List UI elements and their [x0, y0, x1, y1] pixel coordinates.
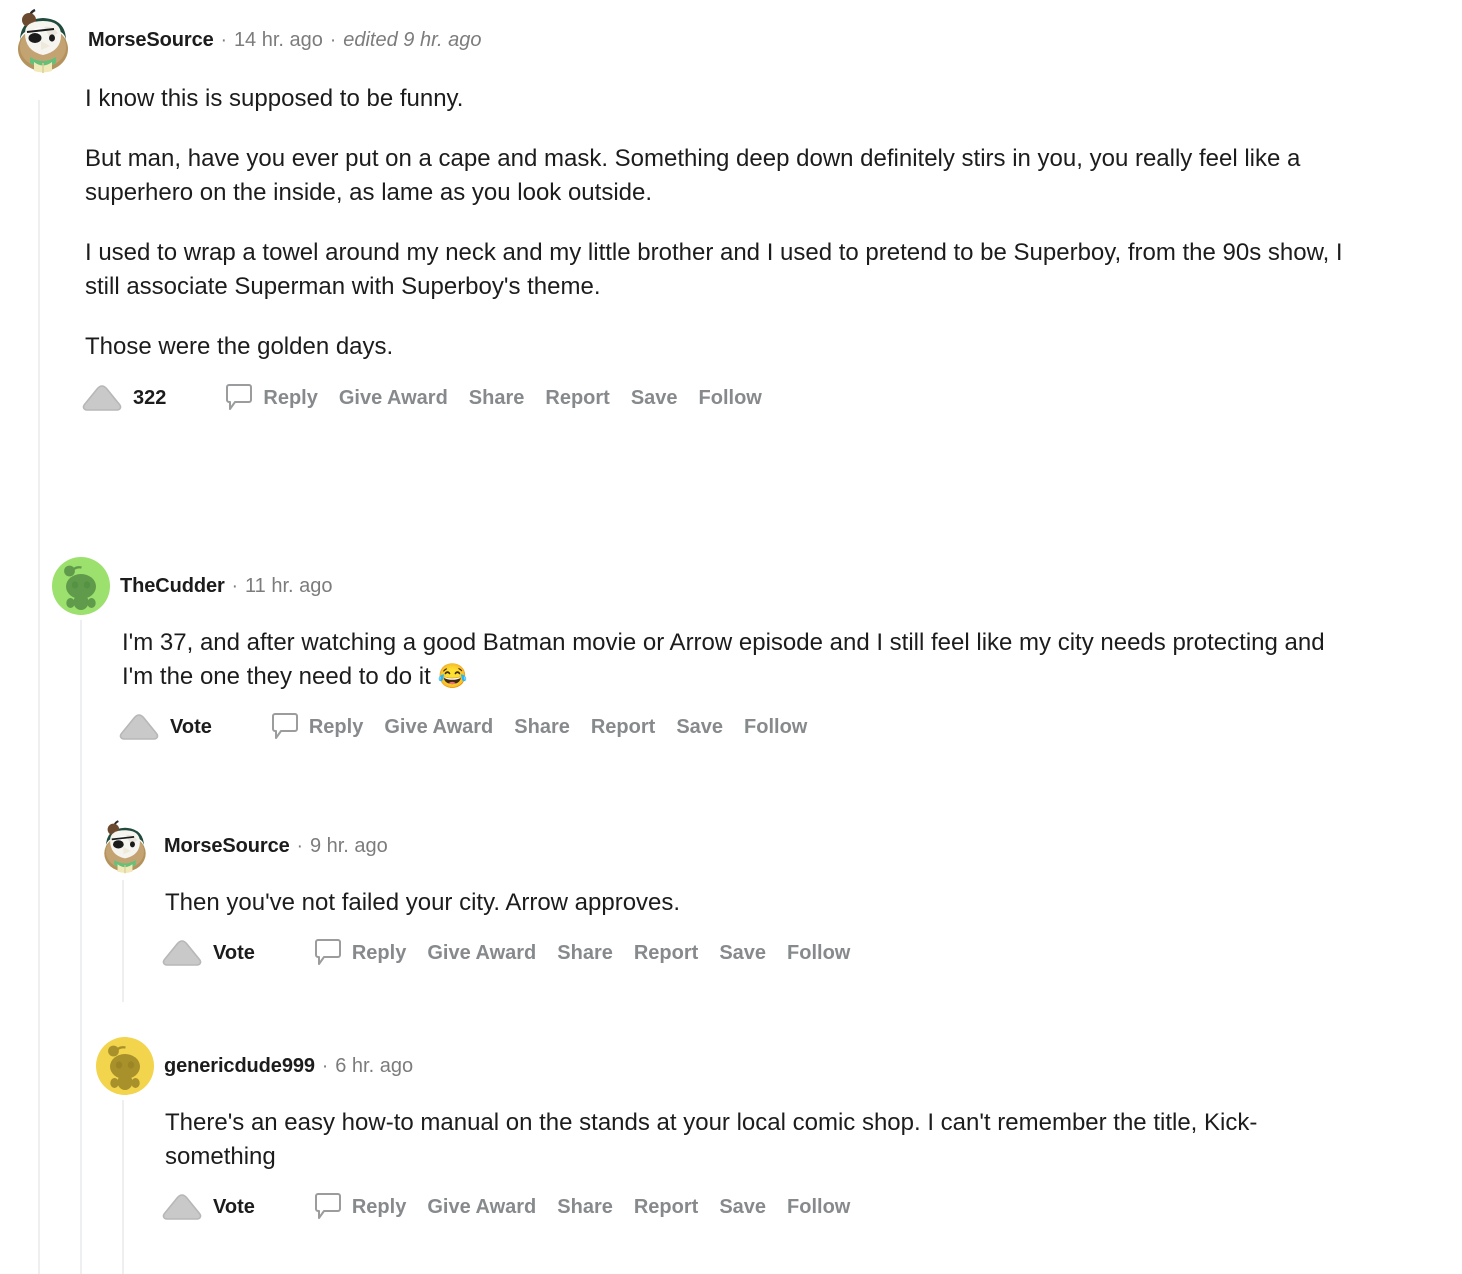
comment-bubble-icon: [226, 383, 253, 413]
vote-group: Vote: [117, 712, 212, 742]
share-button[interactable]: Share: [469, 387, 525, 410]
share-button[interactable]: Share: [557, 1196, 613, 1219]
vote-group: Vote: [160, 938, 255, 968]
comment-thread: MorseSource · 14 hr. ago · edited 9 hr. …: [0, 0, 1462, 1274]
upvote-icon[interactable]: [160, 938, 204, 968]
reply-label: Reply: [351, 941, 407, 964]
comment-actions: Vote Reply Give Award Share Report Save …: [0, 920, 1462, 970]
comment-author[interactable]: MorseSource: [164, 835, 290, 858]
upvote-icon[interactable]: [117, 712, 161, 742]
follow-button[interactable]: Follow: [699, 387, 762, 410]
comment-timestamp: 14 hr. ago: [233, 28, 323, 51]
comment-c4: genericdude999 · 6 hr. ago There's an ea…: [0, 1037, 1462, 1224]
morsesource-avatar[interactable]: [8, 5, 78, 75]
give-award-button[interactable]: Give Award: [339, 387, 448, 410]
follow-button[interactable]: Follow: [787, 1196, 850, 1219]
action-items: Reply Give Award Share Report Save Follo…: [314, 938, 850, 968]
comment-actions: 322 Reply Give Award Share Report Save F…: [0, 364, 1462, 414]
comment-paragraph: I know this is supposed to be funny.: [85, 85, 464, 112]
comment-paragraph: Those were the golden days.: [85, 333, 394, 361]
action-items: Reply Give Award Share Report Save Follo…: [314, 1192, 850, 1222]
save-button[interactable]: Save: [631, 387, 678, 410]
comment-header: TheCudder · 11 hr. ago: [0, 557, 1462, 615]
snoo-green-avatar[interactable]: [52, 557, 110, 615]
comment-bubble-icon: [314, 938, 341, 968]
comment-body: There's an easy how-to manual on the sta…: [0, 1094, 1290, 1174]
comment-score: 322: [133, 386, 167, 409]
report-button[interactable]: Report: [634, 1196, 698, 1219]
meta-separator-2: ·: [329, 29, 337, 51]
upvote-icon[interactable]: [80, 383, 124, 413]
reply-label: Reply: [263, 386, 318, 409]
meta-separator: ·: [296, 835, 303, 857]
comment-meta: MorseSource · 9 hr. ago: [164, 835, 388, 858]
reply-label: Reply: [308, 715, 364, 738]
comment-actions: Vote Reply Give Award Share Report Save …: [0, 1174, 1462, 1224]
comment-body: I know this is supposed to be funny. But…: [0, 66, 1380, 364]
meta-separator: ·: [220, 29, 227, 51]
share-button[interactable]: Share: [557, 942, 613, 965]
comment-header: MorseSource · 9 hr. ago: [0, 818, 1462, 874]
share-button[interactable]: Share: [514, 716, 570, 739]
save-button[interactable]: Save: [719, 942, 766, 965]
comment-c2: TheCudder · 11 hr. ago I'm 37, and after…: [0, 557, 1462, 744]
reply-button[interactable]: Reply: [226, 383, 318, 413]
vote-group: Vote: [160, 1192, 255, 1222]
comment-body: Then you've not failed your city. Arrow …: [0, 874, 1290, 920]
report-button[interactable]: Report: [545, 387, 609, 410]
follow-button[interactable]: Follow: [744, 716, 807, 739]
comment-edited-flag: edited 9 hr. ago: [343, 28, 482, 51]
comment-meta: genericdude999 · 6 hr. ago: [164, 1055, 413, 1078]
comment-meta: MorseSource · 14 hr. ago · edited 9 hr. …: [88, 29, 482, 52]
vote-label[interactable]: Vote: [213, 942, 255, 965]
comment-paragraph: There's an easy how-to manual on the sta…: [165, 1109, 1258, 1171]
comment-paragraph: I used to wrap a towel around my neck an…: [85, 239, 1343, 301]
comment-timestamp: 9 hr. ago: [309, 834, 388, 857]
comment-header: MorseSource · 14 hr. ago · edited 9 hr. …: [0, 8, 1462, 73]
vote-group: 322: [80, 383, 166, 413]
comment-meta: TheCudder · 11 hr. ago: [120, 575, 332, 598]
meta-separator: ·: [321, 1055, 329, 1077]
snoo-yellow-avatar[interactable]: [96, 1037, 154, 1095]
morsesource-avatar[interactable]: [96, 817, 154, 875]
give-award-button[interactable]: Give Award: [384, 716, 493, 739]
vote-label[interactable]: Vote: [170, 716, 212, 739]
reply-label: Reply: [351, 1195, 407, 1218]
report-button[interactable]: Report: [591, 716, 655, 739]
vote-label[interactable]: Vote: [213, 1196, 255, 1219]
follow-button[interactable]: Follow: [787, 942, 850, 965]
comment-timestamp: 6 hr. ago: [335, 1054, 414, 1077]
upvote-icon[interactable]: [160, 1192, 204, 1222]
comment-header: genericdude999 · 6 hr. ago: [0, 1037, 1462, 1095]
report-button[interactable]: Report: [634, 942, 698, 965]
comment-author[interactable]: MorseSource: [88, 29, 214, 52]
comment-bubble-icon: [314, 1192, 341, 1222]
comment-paragraph: But man, have you ever put on a cape and…: [85, 145, 1301, 207]
comment-body: I'm 37, and after watching a good Batman…: [0, 614, 1340, 694]
comment-paragraph: I'm 37, and after watching a good Batman…: [122, 629, 1325, 691]
comment-c3: MorseSource · 9 hr. ago Then you've not …: [0, 818, 1462, 970]
save-button[interactable]: Save: [719, 1196, 766, 1219]
comment-c1: MorseSource · 14 hr. ago · edited 9 hr. …: [0, 8, 1462, 414]
give-award-button[interactable]: Give Award: [427, 1196, 536, 1219]
comment-bubble-icon: [271, 712, 298, 742]
comment-author[interactable]: TheCudder: [120, 575, 225, 598]
save-button[interactable]: Save: [676, 716, 723, 739]
comment-paragraph: Then you've not failed your city. Arrow …: [165, 889, 681, 916]
comment-timestamp: 11 hr. ago: [245, 574, 333, 597]
comment-author[interactable]: genericdude999: [164, 1055, 315, 1078]
reply-button[interactable]: Reply: [314, 938, 407, 968]
reply-button[interactable]: Reply: [271, 712, 364, 742]
give-award-button[interactable]: Give Award: [427, 942, 536, 965]
meta-separator: ·: [231, 575, 238, 597]
action-items: Reply Give Award Share Report Save Follo…: [271, 712, 807, 742]
action-items: Reply Give Award Share Report Save Follo…: [226, 383, 762, 413]
reply-button[interactable]: Reply: [314, 1192, 407, 1222]
comment-actions: Vote Reply Give Award Share Report Save …: [0, 694, 1462, 744]
